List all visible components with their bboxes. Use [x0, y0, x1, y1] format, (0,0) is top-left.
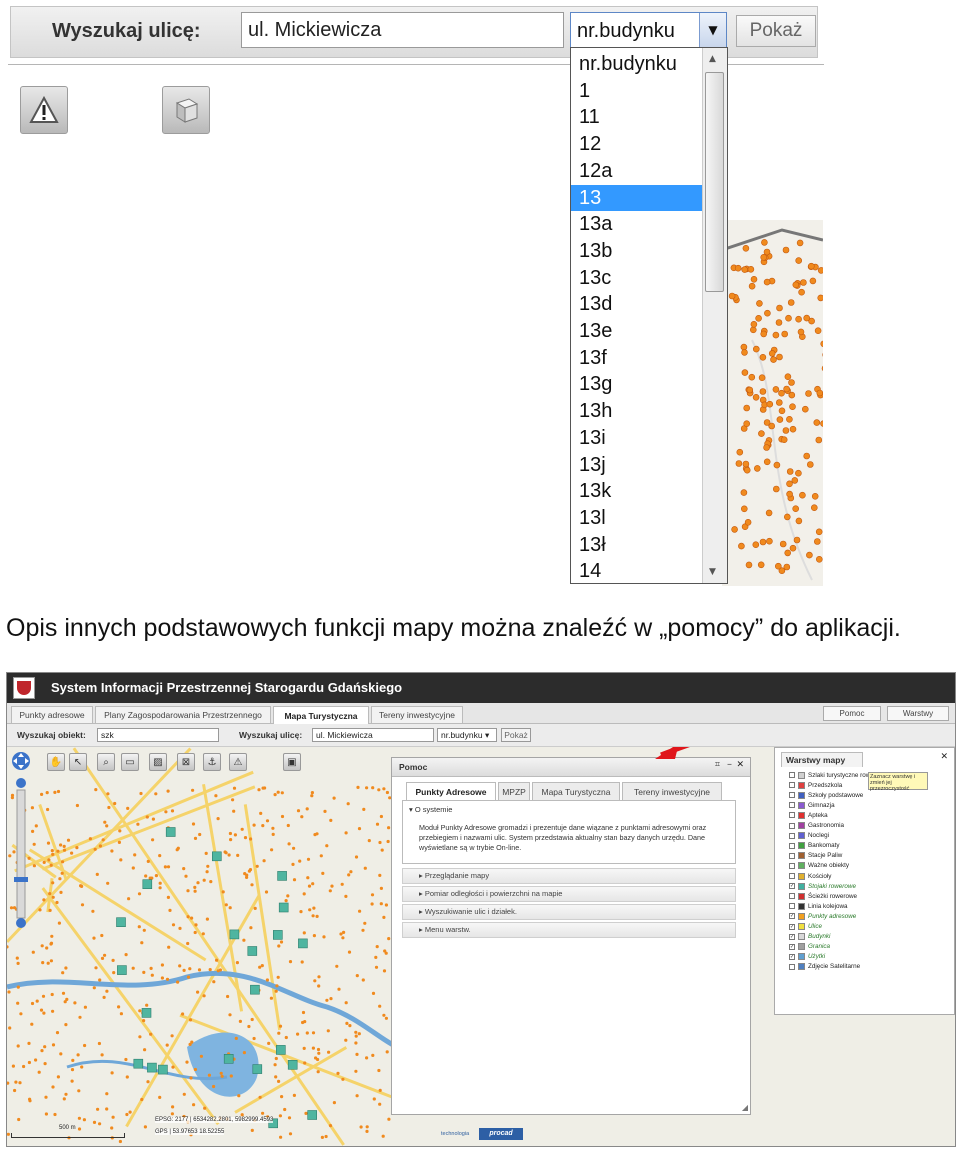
street-search-label: Wyszukaj ulicę: [52, 20, 201, 42]
cube-icon [175, 98, 199, 123]
coat-of-arms-logo [13, 677, 35, 699]
dropdown-option[interactable]: 13 [571, 184, 702, 212]
dropdown-option[interactable]: 13d [571, 291, 702, 318]
dropdown-option[interactable]: 13f [571, 345, 702, 372]
chevron-down-icon[interactable]: ▼ [699, 13, 726, 47]
warning-tool-button[interactable] [20, 86, 68, 134]
street-input[interactable]: ul. Mickiewicza [241, 12, 564, 48]
dropdown-option[interactable]: nr.budynku [571, 51, 702, 78]
building-number-select[interactable]: nr.budynku ▼ [570, 12, 727, 48]
show-button[interactable]: Pokaż [736, 15, 816, 47]
scroll-thumb[interactable] [705, 72, 724, 292]
search-street-label: Wyszukaj ulicę: [239, 730, 303, 740]
building-number-select[interactable]: nr.budynku ▾ [437, 728, 497, 742]
building-number-dropdown[interactable]: nr.budynku 1 11 12 12a 13 13a 13b 13c 13d 13e 13f 13… [570, 47, 728, 584]
tab-plany-zagospodarowania[interactable]: Plany Zagospodarowania Przestrzennego [95, 706, 271, 723]
dropdown-option[interactable]: 13e [571, 318, 702, 345]
dropdown-option[interactable]: 13c [571, 265, 702, 292]
dropdown-option[interactable]: 13ł [571, 532, 702, 559]
map-background [722, 228, 823, 581]
tab-tereny-inwestycyjne[interactable]: Tereny inwestycyjne [371, 706, 463, 723]
dropdown-option[interactable]: 12a [571, 158, 702, 185]
building-select-value: nr.budynku [577, 20, 675, 42]
dropdown-option[interactable]: 13h [571, 398, 702, 425]
dropdown-option[interactable]: 12 [571, 131, 702, 158]
show-button[interactable]: Pokaż [501, 728, 531, 742]
3d-view-tool-button[interactable] [162, 86, 210, 134]
search-toolbar: Wyszukaj obiekt: szk Wyszukaj ulicę: ul.… [7, 724, 955, 747]
annotation-arrow [655, 747, 691, 759]
dropdown-option[interactable]: 13j [571, 452, 702, 479]
scroll-up-icon[interactable]: ▲ [709, 54, 716, 64]
building-select-value: nr.budynku [441, 730, 483, 740]
gis-application: System Informacji Przestrzennej Starogar… [6, 672, 956, 1147]
app-title: System Informacji Przestrzennej Starogar… [51, 680, 403, 695]
app-header: System Informacji Przestrzennej Starogar… [7, 673, 955, 703]
map-fragment [722, 220, 823, 586]
dropdown-option[interactable]: 13b [571, 238, 702, 265]
street-input-value: ul. Mickiewicza [248, 19, 382, 41]
dropdown-option[interactable]: 13a [571, 211, 702, 238]
dropdown-option[interactable]: 1 [571, 78, 702, 105]
tab-punkty-adresowe[interactable]: Punkty adresowe [11, 706, 93, 723]
dropdown-option[interactable]: 13l [571, 505, 702, 532]
dropdown-option[interactable]: 13i [571, 425, 702, 452]
layers-button[interactable]: Warstwy [887, 706, 949, 721]
dropdown-option[interactable]: 14 [571, 558, 702, 583]
dropdown-option[interactable]: 11 [571, 104, 702, 131]
map-view[interactable]: ✋ ↖ ⌕ ▭ ▨ ⊠ ⚓ ⚠ ▣ Pomoc ⌗ – ✕ Punkty Adr… [7, 747, 955, 1146]
search-object-input[interactable]: szk [97, 728, 219, 742]
tab-mapa-turystyczna[interactable]: Mapa Turystyczna [273, 706, 369, 724]
warning-icon [29, 96, 59, 123]
dropdown-option[interactable]: 13k [571, 478, 702, 505]
search-street-input[interactable]: ul. Mickiewicza [312, 728, 434, 742]
scroll-down-icon[interactable]: ▼ [709, 567, 716, 577]
help-button[interactable]: Pomoc [823, 706, 881, 721]
search-object-label: Wyszukaj obiekt: [17, 730, 86, 740]
dropdown-option[interactable]: 13g [571, 371, 702, 398]
dropdown-scrollbar[interactable]: ▲ ▼ [702, 48, 727, 583]
help-caption: Opis innych podstawowych funkcji mapy mo… [6, 614, 901, 642]
module-tabs: Punkty adresowe Plany Zagospodarowania P… [7, 703, 955, 724]
